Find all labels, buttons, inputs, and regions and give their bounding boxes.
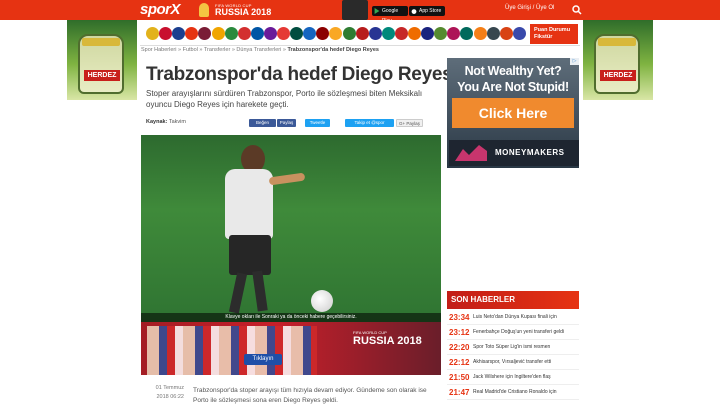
- article-hero-image[interactable]: [141, 135, 441, 322]
- team-logo-icon[interactable]: [421, 27, 435, 40]
- left-side-ad[interactable]: HERDEZ: [67, 20, 137, 100]
- team-logo-icon[interactable]: [473, 27, 487, 40]
- breadcrumb-item[interactable]: Futbol: [183, 47, 198, 53]
- team-logo-icon[interactable]: [211, 27, 225, 40]
- breadcrumb: Spor Haberleri » Futbol » Transferler » …: [141, 47, 379, 53]
- team-logo-icon[interactable]: [355, 27, 369, 40]
- login-link[interactable]: Üye Girişi: [505, 5, 531, 11]
- team-logo-bar: [140, 20, 580, 46]
- team-logo-icon[interactable]: [250, 27, 264, 40]
- team-logo-icon[interactable]: [224, 27, 238, 40]
- team-logo-icon[interactable]: [277, 27, 290, 40]
- team-logo-icon[interactable]: [381, 27, 395, 40]
- world-cup-promo-banner[interactable]: FIFA WORLD CUP RUSSIA 2018: [141, 322, 441, 375]
- article-source: Kaynak: Takvim: [146, 119, 186, 125]
- news-item[interactable]: 22:20 Spor Toto Süper Lig'in ismi resmen: [447, 340, 579, 355]
- article-summary: Stoper arayışlarını sürdüren Trabzonspor…: [146, 89, 423, 109]
- team-logo-icon[interactable]: [198, 27, 212, 40]
- right-side-ad[interactable]: HERDEZ: [583, 20, 653, 100]
- team-logo-icon[interactable]: [329, 27, 343, 40]
- adchoices-icon[interactable]: ▷: [570, 58, 579, 65]
- breadcrumb-item[interactable]: Transferler: [204, 47, 230, 53]
- latest-news-list: 23:34 Luis Neto'dan Dünya Kupası finali i…: [447, 310, 579, 400]
- breadcrumb-item[interactable]: Dünya Transferleri: [236, 47, 281, 53]
- latest-news-header: SON HABERLER: [447, 291, 579, 309]
- tweet-button[interactable]: Tweetle: [305, 119, 330, 127]
- article-date: 01 Temmuz 2018 06:22: [155, 385, 184, 400]
- team-logo-icon[interactable]: [368, 27, 382, 40]
- ad-click-here-button[interactable]: Click Here: [452, 98, 574, 128]
- wc-badge-title: RUSSIA 2018: [215, 7, 272, 17]
- article-body: Trabzonspor'da stoper arayışı tüm hızıyl…: [193, 387, 427, 404]
- team-logo-icon[interactable]: [460, 27, 474, 40]
- team-logo-icon[interactable]: [499, 27, 513, 40]
- app-store-button[interactable]: App Store: [409, 6, 445, 16]
- search-icon[interactable]: [572, 5, 582, 15]
- google-plus-share-button[interactable]: G+ Paylaş: [396, 119, 423, 127]
- team-logo-icon[interactable]: [447, 27, 461, 40]
- team-logo-icon[interactable]: [342, 27, 356, 40]
- ad-brand-label: HERDEZ: [600, 70, 636, 81]
- auth-links: Üye Girişi / Üye Ol: [505, 5, 555, 11]
- promo-click-button[interactable]: Tıklayın: [244, 354, 282, 365]
- news-item[interactable]: 21:50 Jack Wilshere için İngiltere'den fl…: [447, 370, 579, 385]
- news-item[interactable]: 23:34 Luis Neto'dan Dünya Kupası finali i…: [447, 310, 579, 325]
- top-navigation-bar: sporX FIFA WORLD CUP RUSSIA 2018 Google …: [0, 0, 720, 24]
- ad-brand-label: HERDEZ: [84, 70, 120, 81]
- breadcrumb-item[interactable]: Spor Haberleri: [141, 47, 176, 53]
- moneymakers-logo-icon: [455, 145, 487, 161]
- team-logo-icon[interactable]: [185, 27, 199, 40]
- twitter-follow-button[interactable]: Takip et @spor: [345, 119, 394, 127]
- team-logo-icon[interactable]: [394, 27, 408, 40]
- team-logo-icon[interactable]: [263, 27, 277, 40]
- team-logo-icon[interactable]: [486, 27, 500, 40]
- breadcrumb-current: Trabzonspor'da hedef Diego Reyes: [287, 47, 379, 53]
- news-item[interactable]: 21:47 Real Madrid'de Cristiano Ronaldo iç…: [447, 385, 579, 400]
- article-title: Trabzonspor'da hedef Diego Reyes: [146, 64, 453, 85]
- site-logo[interactable]: sporX: [140, 0, 181, 20]
- promo-title: RUSSIA 2018: [353, 335, 422, 347]
- facebook-share-button[interactable]: Paylaş: [277, 119, 296, 127]
- team-logo-icon[interactable]: [408, 27, 421, 40]
- players-image: [147, 326, 317, 375]
- team-logo-icon[interactable]: [434, 27, 448, 40]
- play-store-icon: [374, 8, 380, 14]
- news-item[interactable]: 23:12 Fenerbahçe Doğuş'un yeni transferi …: [447, 325, 579, 340]
- team-logo-icon[interactable]: [512, 27, 526, 40]
- google-play-button[interactable]: Google Play: [372, 6, 408, 24]
- team-logo-icon[interactable]: [290, 27, 304, 40]
- team-logo-icon[interactable]: [146, 27, 159, 40]
- world-cup-badge[interactable]: FIFA WORLD CUP RUSSIA 2018: [193, 2, 279, 18]
- signup-link[interactable]: Üye Ol: [536, 5, 554, 11]
- team-logo-icon[interactable]: [237, 27, 251, 40]
- image-caption: Klavye okları ile Sonraki ya da önceki h…: [141, 313, 441, 322]
- apple-icon: [411, 9, 417, 14]
- team-logo-icon[interactable]: [303, 27, 317, 40]
- team-logo-icon[interactable]: [159, 27, 173, 40]
- news-item[interactable]: 22:12 Akhisarspor, Vırsaljević transfer e…: [447, 355, 579, 370]
- football-image: [311, 290, 333, 312]
- standings-fixtures-button[interactable]: Puan Durumu Fikstür: [530, 24, 578, 44]
- ad-brand-strip: MONEYMAKERS: [449, 140, 579, 166]
- team-logo-icon[interactable]: [316, 27, 330, 40]
- phone-app-icon: [342, 0, 368, 20]
- team-logo-icon[interactable]: [172, 27, 186, 40]
- facebook-like-button[interactable]: Beğen: [249, 119, 276, 127]
- trophy-icon: [199, 3, 209, 17]
